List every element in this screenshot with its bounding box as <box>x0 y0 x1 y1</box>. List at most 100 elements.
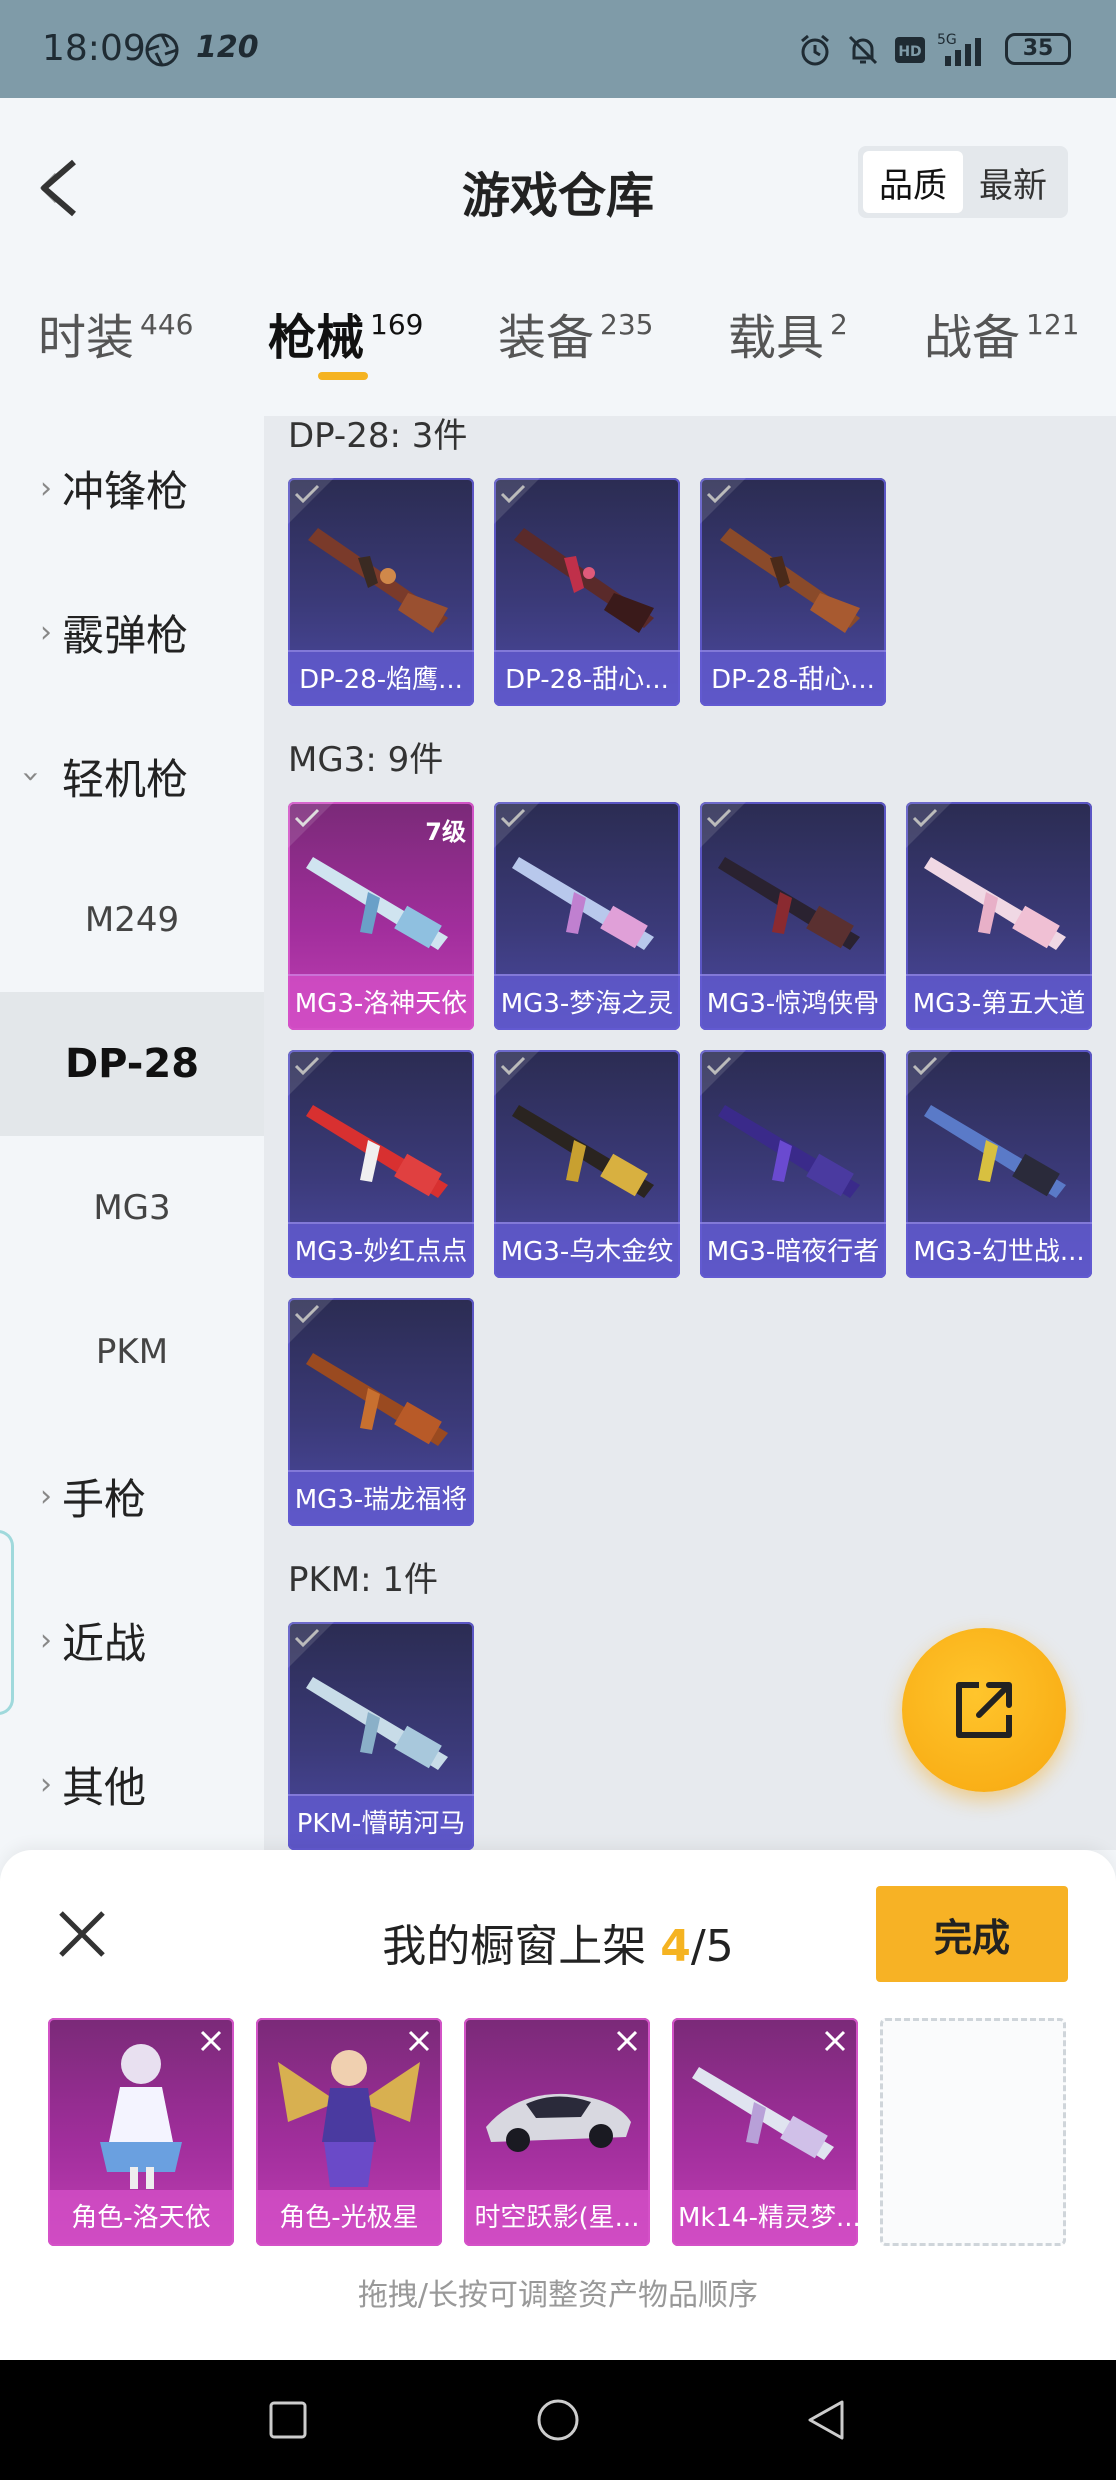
item-card[interactable]: DP-28-甜心... <box>494 478 680 706</box>
sidebar-item-label: MG3 <box>93 1188 171 1228</box>
signal-icon: 5G <box>935 30 999 70</box>
item-name: MG3-妙红点点 <box>288 1222 474 1278</box>
header: 游戏仓库 品质 最新 时装 446 枪械 169 装备 235 载具 2 战备 121 <box>0 98 1116 416</box>
tab-vehicles[interactable]: 载具 2 <box>728 298 848 408</box>
item-card[interactable]: MG3-惊鸿侠骨 <box>700 802 886 1030</box>
item-card[interactable]: DP-28-焰鹰... <box>288 478 474 706</box>
item-card[interactable]: MG3-暗夜行者 <box>700 1050 886 1278</box>
nav-home-button[interactable] <box>528 2390 588 2450</box>
svg-text:5G: 5G <box>937 32 957 48</box>
sidebar-item-label: M249 <box>84 900 180 940</box>
system-nav-bar <box>0 2360 1116 2480</box>
done-button[interactable]: 完成 <box>876 1886 1068 1982</box>
sidebar-item-label: 霰弹枪 <box>62 610 189 660</box>
remove-icon[interactable] <box>196 2026 226 2056</box>
gun-skin-image <box>718 857 860 950</box>
showcase-empty-slot[interactable] <box>880 2018 1066 2246</box>
sidebar-item-label: PKM <box>95 1332 169 1372</box>
sidebar-item-pkm[interactable]: PKM <box>0 1280 264 1424</box>
vehicle-image <box>486 2093 631 2152</box>
svg-text:HD: HD <box>898 44 921 60</box>
sort-quality-button[interactable]: 品质 <box>863 151 963 213</box>
reorder-hint: 拖拽/长按可调整资产物品顺序 <box>357 2278 759 2313</box>
sidebar-item-label: 其他 <box>62 1762 147 1812</box>
gun-skin-image <box>718 1105 860 1198</box>
gun-skin-image <box>306 1353 448 1446</box>
sidebar-item-smg[interactable]: › 冲锋枪 <box>0 416 264 560</box>
tab-count: 2 <box>830 308 848 341</box>
sidebar-item-other[interactable]: › 其他 <box>0 1712 264 1856</box>
tab-label: 战备 <box>924 310 1021 366</box>
share-button[interactable] <box>902 1628 1066 1792</box>
item-card[interactable]: MG3-瑞龙福将 <box>288 1298 474 1526</box>
nav-back-button[interactable] <box>796 2390 856 2450</box>
showcase-slot[interactable]: 角色-洛天依 <box>48 2018 234 2246</box>
item-card[interactable]: MG3-乌木金纹 <box>494 1050 680 1278</box>
item-name: MG3-瑞龙福将 <box>288 1470 474 1526</box>
item-card[interactable]: MG3-第五大道 <box>906 802 1092 1030</box>
showcase-sheet: 我的橱窗上架 4/5 完成 角色-洛天依 角色-光极星 时空跃影(星... Mk… <box>0 1850 1116 2360</box>
sidebar-item-mg3[interactable]: MG3 <box>0 1136 264 1280</box>
sidebar-item-pistol[interactable]: › 手枪 <box>0 1424 264 1568</box>
tab-label: 载具 <box>728 310 825 366</box>
tab-equipment[interactable]: 装备 235 <box>498 298 653 408</box>
slot-name: 角色-光极星 <box>256 2190 442 2246</box>
chevron-right-icon: › <box>40 470 52 506</box>
sidebar-item-m249[interactable]: M249 <box>0 848 264 992</box>
sidebar-item-melee[interactable]: › 近战 <box>0 1568 264 1712</box>
sort-toggle: 品质 最新 <box>858 146 1068 218</box>
section-title: PKM: 1件 <box>288 1560 439 1600</box>
showcase-slot[interactable]: 角色-光极星 <box>256 2018 442 2246</box>
alarm-icon <box>795 30 835 70</box>
sidebar-item-dp28[interactable]: DP-28 <box>0 992 264 1136</box>
showcase-count-current: 4 <box>660 1921 691 1972</box>
showcase-title-text: 我的橱窗上架 <box>382 1921 647 1972</box>
item-name: MG3-惊鸿侠骨 <box>700 974 886 1030</box>
gun-skin-image <box>512 857 654 950</box>
sort-newest-button[interactable]: 最新 <box>963 151 1063 213</box>
mute-bell-icon <box>843 30 883 70</box>
gun-skin-image <box>924 857 1066 950</box>
showcase-slot[interactable]: Mk14-精灵梦... <box>672 2018 858 2246</box>
sidebar-item-label: DP-28 <box>64 1041 200 1087</box>
nav-home-icon <box>537 2399 579 2441</box>
gun-skin-image <box>512 1105 654 1198</box>
showcase-slot[interactable]: 时空跃影(星... <box>464 2018 650 2246</box>
sidebar-item-shotgun[interactable]: › 霰弹枪 <box>0 560 264 704</box>
tab-fashion[interactable]: 时装 446 <box>38 298 193 408</box>
item-card[interactable]: DP-28-甜心... <box>700 478 886 706</box>
item-name: DP-28-焰鹰... <box>288 650 474 706</box>
weapon-type-sidebar: › 冲锋枪 › 霰弹枪 › 轻机枪 M249 DP-28 MG3 PKM › 手枪 › 近… <box>0 416 264 1850</box>
item-name: MG3-幻世战... <box>906 1222 1092 1278</box>
remove-icon[interactable] <box>820 2026 850 2056</box>
tab-count: 121 <box>1026 308 1080 341</box>
item-name: DP-28-甜心... <box>700 650 886 706</box>
gun-skin-image <box>692 2067 834 2160</box>
item-name: MG3-梦海之灵 <box>494 974 680 1030</box>
item-card[interactable]: MG3-妙红点点 <box>288 1050 474 1278</box>
sidebar-item-label: 冲锋枪 <box>62 466 189 516</box>
nav-recent-button[interactable] <box>258 2390 318 2450</box>
aperture-icon <box>142 30 182 70</box>
item-card[interactable]: 7级 MG3-洛神天依 <box>288 802 474 1030</box>
slot-name: Mk14-精灵梦... <box>672 2190 858 2246</box>
gun-skin-image <box>306 1677 448 1770</box>
tab-supplies[interactable]: 战备 121 <box>924 298 1079 408</box>
chevron-right-icon: › <box>40 614 52 650</box>
floating-edge-handle[interactable] <box>0 1530 14 1715</box>
sidebar-item-lmg[interactable]: › 轻机枪 <box>0 704 264 848</box>
tab-count: 446 <box>140 308 194 341</box>
tab-guns[interactable]: 枪械 169 <box>268 298 423 408</box>
item-card[interactable]: MG3-幻世战... <box>906 1050 1092 1278</box>
sidebar-item-label: 手枪 <box>62 1474 147 1524</box>
share-export-icon <box>956 1682 1012 1738</box>
item-card[interactable]: PKM-懵萌河马 <box>288 1622 474 1850</box>
chevron-down-icon: › <box>13 770 49 782</box>
remove-icon[interactable] <box>404 2026 434 2056</box>
hd-icon: HD <box>893 30 927 70</box>
item-card[interactable]: MG3-梦海之灵 <box>494 802 680 1030</box>
item-name: MG3-第五大道 <box>906 974 1092 1030</box>
gun-skin-image <box>924 1105 1066 1198</box>
item-name: PKM-懵萌河马 <box>288 1794 474 1850</box>
remove-icon[interactable] <box>612 2026 642 2056</box>
